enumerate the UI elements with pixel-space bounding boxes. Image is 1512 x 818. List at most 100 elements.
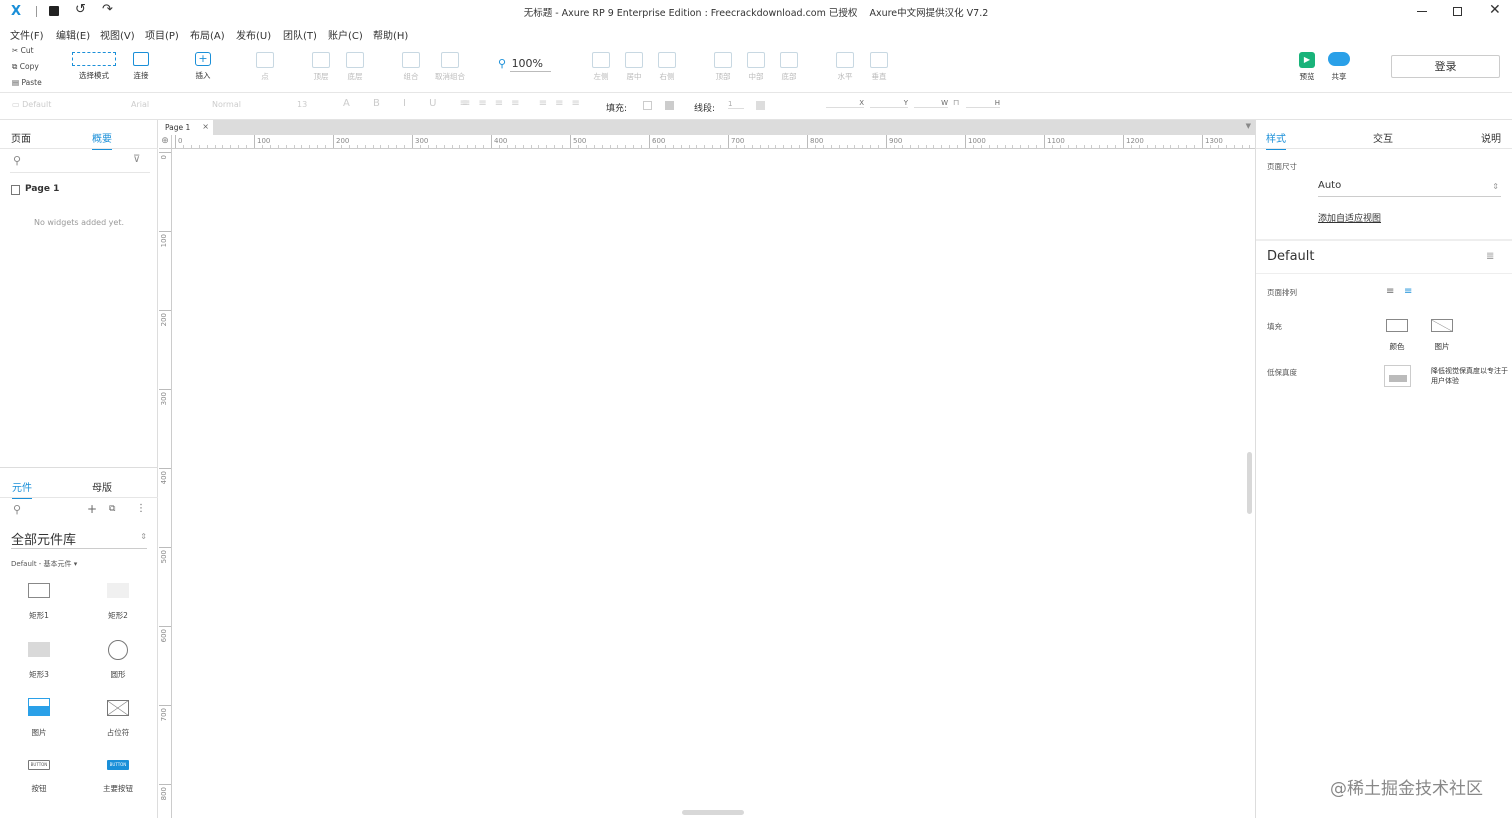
tab-outline[interactable]: 概要 bbox=[92, 130, 112, 150]
widget-rectangle3[interactable]: 矩形3 bbox=[9, 642, 69, 682]
bring-top-button[interactable]: 顶层 bbox=[308, 52, 334, 82]
insert-label: 插入 bbox=[195, 71, 211, 80]
fill-shadow-swatch[interactable] bbox=[665, 101, 674, 110]
point-button[interactable]: 点 bbox=[252, 52, 278, 82]
save-icon[interactable] bbox=[49, 6, 59, 16]
zoom-control[interactable]: ⚲ 100% bbox=[498, 57, 552, 72]
edit-style-icon[interactable]: ≣ bbox=[1486, 251, 1494, 262]
tab-pages[interactable]: 页面 bbox=[11, 130, 31, 145]
widget-rectangle1[interactable]: 矩形1 bbox=[9, 583, 69, 623]
tab-masters[interactable]: 母版 bbox=[92, 479, 112, 494]
widget-circle[interactable]: 圆形 bbox=[88, 640, 148, 682]
menu-account[interactable]: 账户(C) bbox=[328, 27, 363, 42]
distribute-h-button[interactable]: 水平 bbox=[832, 52, 858, 82]
horizontal-scrollbar[interactable] bbox=[682, 810, 744, 815]
widget-placeholder[interactable]: 占位符 bbox=[88, 700, 148, 740]
connect-button[interactable]: 连接 bbox=[126, 52, 156, 81]
group-button[interactable]: 组合 bbox=[398, 52, 424, 82]
menu-file[interactable]: 文件(F) bbox=[10, 27, 44, 42]
preview-button[interactable]: ▶ 预览 bbox=[1294, 52, 1320, 82]
align-bottom-button[interactable]: 底部 bbox=[776, 52, 802, 82]
send-bottom-button[interactable]: 底层 bbox=[342, 52, 368, 82]
style-name: Default bbox=[1267, 249, 1315, 264]
insert-button[interactable]: + 插入 bbox=[188, 52, 218, 81]
menu-view[interactable]: 视图(V) bbox=[100, 27, 135, 42]
add-library-icon[interactable]: + bbox=[87, 502, 97, 516]
ruler-minor-tick bbox=[617, 145, 619, 148]
text-style-icons[interactable]: A B I U ≡ bbox=[343, 98, 478, 109]
library-subtitle[interactable]: Default - 基本元件 ▾ bbox=[11, 559, 77, 569]
minimize-button[interactable] bbox=[1417, 11, 1427, 12]
weight-select[interactable]: Normal bbox=[212, 100, 282, 109]
menu-edit[interactable]: 编辑(E) bbox=[56, 27, 90, 42]
ruler-minor-tick bbox=[1067, 145, 1069, 148]
fill-color-button[interactable]: 颜色 bbox=[1384, 319, 1410, 351]
tab-page1[interactable]: Page 1 × bbox=[159, 120, 213, 135]
close-icon[interactable]: × bbox=[202, 122, 209, 131]
close-button[interactable]: ✕ bbox=[1489, 2, 1501, 18]
stroke-width-input[interactable]: 1 bbox=[728, 100, 744, 109]
align-center-icon[interactable]: ≡ bbox=[1404, 286, 1412, 297]
align-left-button[interactable]: 左侧 bbox=[588, 52, 614, 82]
style-select[interactable]: ▭ Default bbox=[12, 100, 116, 109]
fill-image-button[interactable]: 图片 bbox=[1429, 319, 1455, 351]
distribute-v-button[interactable]: 垂直 bbox=[866, 52, 892, 82]
lowfi-toggle[interactable] bbox=[1384, 365, 1411, 387]
font-select[interactable]: Arial bbox=[131, 100, 201, 109]
stroke-color-swatch[interactable] bbox=[756, 101, 765, 110]
widget-label: 按钮 bbox=[31, 784, 47, 793]
widget-primary-button[interactable]: BUTTON 主要按钮 bbox=[88, 760, 148, 800]
restore-button[interactable] bbox=[1453, 7, 1462, 16]
search-icon[interactable]: ⚲ bbox=[13, 154, 21, 167]
align-top-button[interactable]: 顶部 bbox=[710, 52, 736, 82]
align-left-icon[interactable]: ≡ bbox=[1386, 286, 1394, 297]
w-field[interactable]: W bbox=[914, 99, 948, 108]
chevron-down-icon[interactable]: ▼ bbox=[1246, 122, 1251, 130]
search-icon[interactable]: ⚲ bbox=[13, 503, 21, 516]
vertical-scrollbar[interactable] bbox=[1247, 452, 1252, 514]
more-icon[interactable]: ⋮ bbox=[136, 503, 146, 514]
widget-rectangle2[interactable]: 矩形2 bbox=[88, 583, 148, 623]
widget-button[interactable]: BUTTON 按钮 bbox=[9, 760, 69, 800]
ruler-tick bbox=[159, 468, 171, 469]
redo-icon[interactable]: ↷ bbox=[102, 2, 113, 17]
canvas-area[interactable] bbox=[172, 150, 1254, 818]
outline-page-item[interactable]: Page 1 bbox=[25, 184, 59, 194]
filter-icon[interactable]: ⊽ bbox=[133, 154, 140, 165]
library-icon[interactable]: ⧉ bbox=[109, 504, 115, 514]
fill-color-swatch[interactable] bbox=[643, 101, 652, 110]
widget-image[interactable]: 图片 bbox=[9, 698, 69, 740]
lock-icon[interactable]: ⊓ bbox=[953, 98, 959, 107]
x-field[interactable]: X bbox=[826, 99, 864, 108]
tab-style[interactable]: 样式 bbox=[1266, 130, 1286, 150]
panel-divider bbox=[1256, 148, 1512, 149]
font-size-select[interactable]: 13 bbox=[297, 100, 327, 109]
undo-icon[interactable]: ↺ bbox=[75, 2, 86, 17]
align-middle-button[interactable]: 中部 bbox=[743, 52, 769, 82]
align-right-button[interactable]: 右侧 bbox=[654, 52, 680, 82]
cut-button[interactable]: ✂ Cut bbox=[12, 46, 34, 55]
menu-publish[interactable]: 发布(U) bbox=[236, 27, 271, 42]
library-select[interactable]: 全部元件库 ⇕ bbox=[11, 529, 147, 549]
ungroup-button[interactable]: 取消组合 bbox=[430, 52, 470, 82]
menu-project[interactable]: 项目(P) bbox=[145, 27, 179, 42]
align-right-label: 右侧 bbox=[659, 72, 675, 81]
share-button[interactable]: 共享 bbox=[1326, 52, 1352, 82]
tab-notes[interactable]: 说明 bbox=[1481, 130, 1501, 145]
text-align-icons[interactable]: ≡≡≡≡ ≡≡≡ bbox=[462, 98, 588, 109]
h-field[interactable]: H bbox=[966, 99, 1000, 108]
menu-arrange[interactable]: 布局(A) bbox=[190, 27, 225, 42]
tab-interactions[interactable]: 交互 bbox=[1373, 130, 1393, 145]
copy-button[interactable]: ⧉ Copy bbox=[12, 62, 39, 72]
login-button[interactable]: 登录 bbox=[1391, 55, 1500, 78]
menu-team[interactable]: 团队(T) bbox=[283, 27, 317, 42]
ruler-minor-tick bbox=[340, 145, 342, 148]
align-center-button[interactable]: 居中 bbox=[621, 52, 647, 82]
menu-help[interactable]: 帮助(H) bbox=[373, 27, 408, 42]
select-mode-button[interactable]: 选择模式 bbox=[66, 52, 122, 81]
tab-widgets[interactable]: 元件 bbox=[12, 479, 32, 499]
y-field[interactable]: Y bbox=[870, 99, 908, 108]
paste-button[interactable]: ▤ Paste bbox=[12, 78, 42, 87]
add-adaptive-view-link[interactable]: 添加自适应视图 bbox=[1318, 211, 1381, 224]
page-size-select[interactable]: Auto ⇕ bbox=[1318, 180, 1501, 197]
